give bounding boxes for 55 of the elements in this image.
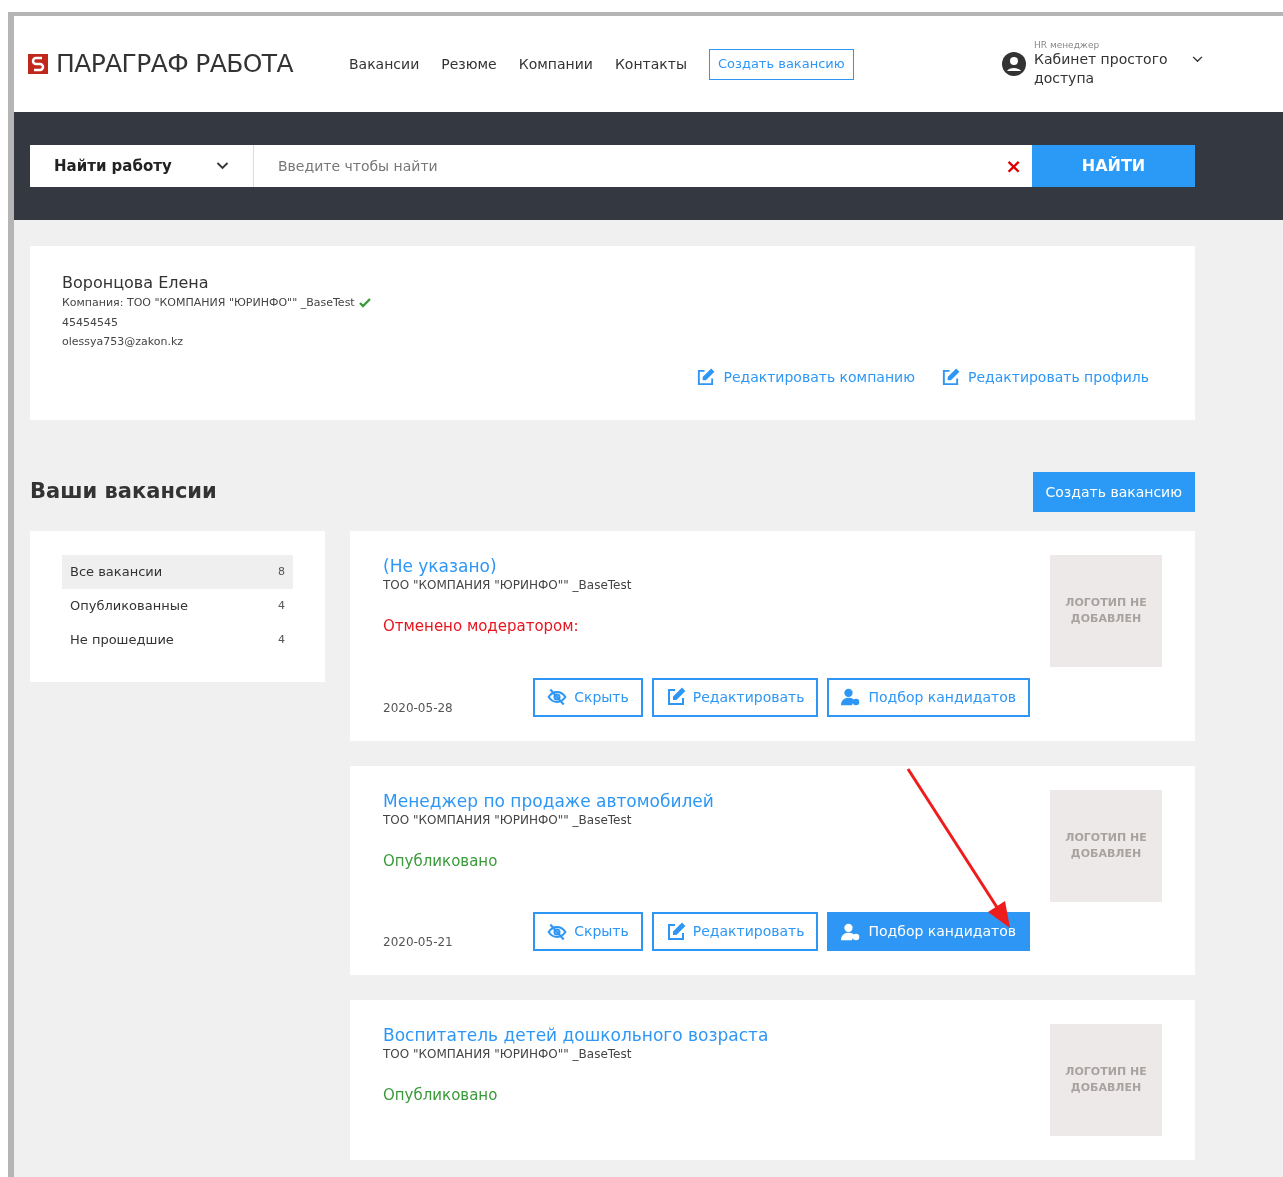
vacancy-status: Отменено модератором:	[383, 616, 580, 637]
clear-button[interactable]: ×	[1005, 145, 1032, 187]
edit-link[interactable]: Редактировать компанию	[696, 366, 915, 388]
logo-placeholder-text: ЛОГОТИП НЕ ДОБАВЛЕН	[1064, 595, 1148, 627]
edit-link[interactable]: Редактировать профиль	[940, 366, 1149, 388]
vacancy-status: Опубликовано	[383, 850, 499, 872]
vacancy-action-button[interactable]: Редактировать	[651, 912, 819, 951]
create-vacancy-button[interactable]: Создать вакансию	[1032, 472, 1195, 512]
section-title: Ваши вакансии	[30, 478, 217, 506]
nav-link[interactable]: Компании	[518, 53, 593, 75]
vacancy-action-button[interactable]: Подбор кандидатов	[827, 677, 1030, 717]
user-search-icon	[841, 687, 862, 707]
filter-item[interactable]: Опубликованные 4	[62, 589, 293, 623]
vacancy-action-button[interactable]: Подбор кандидатов	[827, 912, 1030, 951]
chevron-down-icon	[216, 162, 229, 170]
user-menu[interactable]: Кабинет простого доступа	[1034, 50, 1184, 88]
chevron-down-icon[interactable]	[1192, 55, 1203, 63]
hidden-eye-icon	[547, 687, 568, 707]
vacancy-title[interactable]: Воспитатель детей дошкольного возраста	[383, 1024, 1030, 1046]
user-avatar-icon	[1002, 52, 1026, 76]
user-role: HR менеджер	[1034, 40, 1101, 50]
vacancy-date: 2020-05-28	[383, 699, 454, 717]
edit-icon	[665, 921, 686, 942]
search-field[interactable]: Введите чтобы найти	[254, 145, 1006, 187]
vacancy-status: Опубликовано	[383, 1085, 499, 1106]
company-name: ТОО "КОМПАНИЯ "ЮРИНФО"" _BaseTest	[383, 577, 633, 593]
logo-icon	[28, 54, 48, 74]
nav-link[interactable]: Резюме	[441, 53, 497, 75]
hidden-eye-icon	[547, 921, 568, 942]
create-vacancy-button[interactable]: Создать вакансию	[708, 48, 854, 80]
vacancy-date: 2020-05-21	[383, 934, 454, 951]
edit-icon	[940, 367, 960, 387]
company-name: ТОО "КОМПАНИЯ "ЮРИНФО"" _BaseTest	[383, 811, 633, 828]
user-search-icon	[841, 921, 862, 942]
edit-icon	[696, 367, 716, 387]
vacancy-action-button[interactable]: Скрыть	[533, 912, 643, 951]
filter-item[interactable]: Все вакансии 8	[62, 555, 293, 589]
company-name: Компания: ТОО "КОМПАНИЯ "ЮРИНФО"" _BaseTest	[62, 295, 355, 311]
vacancy-title[interactable]: (Не указано)	[383, 555, 1030, 577]
search-button[interactable]: НАЙТИ	[1032, 145, 1195, 187]
logo-placeholder-text: ЛОГОТИП НЕ ДОБАВЛЕН	[1064, 829, 1148, 862]
nav-link[interactable]: Контакты	[614, 53, 687, 75]
vacancy-title[interactable]: Менеджер по продаже автомобилей	[383, 789, 1030, 812]
phone-number: 45454545	[62, 314, 119, 331]
profile-name: Воронцова Елена	[62, 272, 210, 294]
email: olessya753@zakon.kz	[62, 334, 185, 350]
vacancy-action-button[interactable]: Скрыть	[533, 677, 643, 717]
filter-item[interactable]: Не прошедшие 4	[62, 623, 293, 657]
logo-text: ПАРАГРАФ РАБОТА	[56, 48, 293, 81]
vacancy-action-button[interactable]: Редактировать	[651, 677, 819, 717]
edit-icon	[665, 687, 686, 707]
nav-link[interactable]: Вакансии	[349, 53, 420, 75]
logo-placeholder-text: ЛОГОТИП НЕ ДОБАВЛЕН	[1064, 1064, 1148, 1096]
company-name: ТОО "КОМПАНИЯ "ЮРИНФО"" _BaseTest	[383, 1046, 633, 1062]
category-select[interactable]: Найти работу	[30, 145, 254, 187]
